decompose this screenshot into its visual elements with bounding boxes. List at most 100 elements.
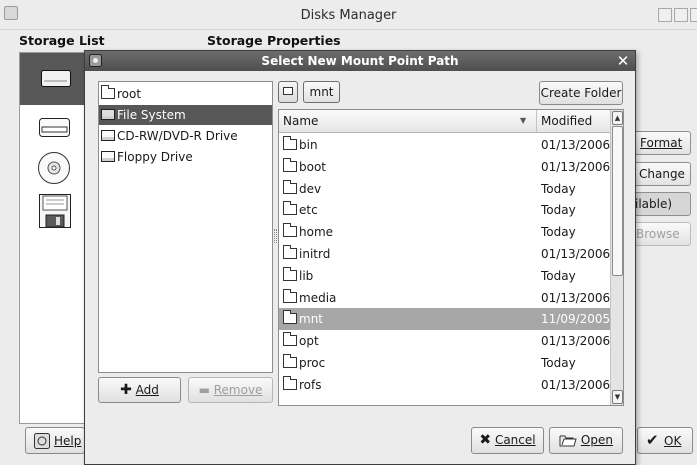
place-floppy-drive[interactable]: Floppy Drive — [99, 147, 272, 167]
main-titlebar[interactable]: Disks Manager — [0, 0, 697, 30]
ok-button[interactable]: ✔ OK — [637, 427, 693, 454]
place-label: File System — [117, 108, 186, 122]
file-modified: 11/09/2005 — [541, 312, 611, 327]
file-name-text: proc — [299, 356, 326, 370]
open-button-label: Open — [580, 433, 613, 447]
file-name: etc — [283, 199, 318, 221]
folder-icon — [283, 179, 297, 194]
storage-list — [19, 52, 88, 424]
storage-item-removable[interactable] — [20, 109, 87, 149]
file-name-text: home — [299, 225, 334, 240]
drive-icon — [101, 151, 115, 162]
file-row-home[interactable]: home Today — [279, 221, 610, 243]
file-name: initrd — [283, 243, 330, 265]
add-bookmark-button[interactable]: ✚ Add — [98, 377, 181, 403]
storage-list-label: Storage List — [19, 33, 105, 48]
place-root[interactable]: root — [99, 84, 272, 104]
browse-button[interactable]: Browse — [633, 222, 691, 246]
minimize-icon[interactable] — [658, 8, 672, 22]
close-icon[interactable] — [690, 8, 697, 22]
path-type-toggle[interactable] — [278, 81, 298, 103]
file-row-initrd[interactable]: initrd 01/13/2006 — [279, 243, 610, 265]
file-name: mnt — [283, 308, 323, 330]
storage-item-floppy[interactable] — [20, 193, 87, 235]
storage-item-cdrom[interactable] — [20, 149, 87, 191]
format-button[interactable]: Format — [633, 131, 691, 155]
cancel-button[interactable]: ✖ Cancel — [471, 427, 544, 454]
file-modified: Today — [541, 203, 576, 218]
path-button-mnt[interactable]: mnt — [303, 81, 340, 103]
home-folder-icon — [101, 85, 115, 99]
dialog-close-icon[interactable]: ✕ — [615, 53, 631, 69]
file-modified: Today — [541, 356, 576, 370]
help-button-label: Help — [54, 434, 82, 448]
scroll-down-icon[interactable]: ▼ — [612, 390, 623, 404]
remove-bookmark-button[interactable]: ▬ Remove — [188, 377, 273, 403]
add-button-label: Add — [135, 383, 159, 397]
file-name: dev — [283, 178, 321, 200]
browse-button-label: Browse — [636, 227, 680, 241]
file-name: media — [283, 287, 336, 309]
folder-icon — [283, 223, 297, 238]
file-modified: 01/13/2006 — [541, 334, 611, 349]
scroll-up-icon[interactable]: ▲ — [612, 111, 623, 125]
available-text: ilable) — [635, 197, 673, 211]
pane-resize-handle[interactable] — [274, 229, 277, 243]
file-row-media[interactable]: media 01/13/2006 — [279, 287, 610, 309]
place-file-system[interactable]: File System — [99, 105, 272, 125]
ok-check-icon: ✔ — [646, 431, 659, 449]
drive-icon — [101, 130, 115, 141]
file-modified: Today — [541, 268, 576, 283]
format-button-label: Format — [640, 136, 683, 150]
file-row-proc[interactable]: proc Today — [279, 352, 610, 374]
file-list: Name ▼ Modified bin 01/13/2006 boot 01/13/2… — [278, 109, 624, 406]
file-row-bin[interactable]: bin 01/13/2006 — [279, 134, 610, 156]
folder-icon — [283, 136, 297, 150]
folder-icon — [283, 375, 297, 390]
cancel-x-icon: ✖ — [479, 432, 492, 448]
file-name-text: boot — [299, 159, 327, 174]
file-row-mnt[interactable]: mnt 11/09/2005 — [279, 308, 611, 331]
folder-icon — [283, 266, 297, 281]
remove-button-label: Remove — [213, 383, 263, 397]
file-name-text: dev — [299, 181, 322, 196]
create-folder-button[interactable]: Create Folder — [539, 81, 623, 105]
scrollbar-thumb[interactable] — [612, 126, 623, 276]
file-name: opt — [283, 330, 319, 352]
file-modified: 01/13/2006 — [541, 247, 611, 261]
folder-icon — [283, 288, 297, 303]
file-row-opt[interactable]: opt 01/13/2006 — [279, 330, 610, 352]
modified-column-header[interactable]: Modified — [537, 110, 610, 132]
file-row-dev[interactable]: dev Today — [279, 178, 610, 200]
file-modified: 01/13/2006 — [541, 377, 611, 392]
file-row-lib[interactable]: lib Today — [279, 265, 610, 287]
dialog-titlebar[interactable]: Select New Mount Point Path ✕ — [85, 51, 635, 71]
file-name-text: bin — [299, 138, 318, 152]
file-name-text: media — [299, 290, 337, 305]
maximize-icon[interactable] — [674, 8, 688, 22]
file-list-scrollbar[interactable]: ▲ ▼ — [610, 110, 623, 405]
name-column-header[interactable]: Name ▼ — [279, 110, 537, 132]
floppy-icon — [39, 194, 71, 228]
open-button[interactable]: Open — [549, 427, 623, 454]
file-name-text: initrd — [299, 247, 331, 261]
file-name: bin — [283, 134, 318, 156]
file-name-text: lib — [299, 268, 314, 283]
storage-item-hard-disk[interactable] — [20, 53, 87, 105]
place-cd-drive[interactable]: CD-RW/DVD-R Drive — [99, 126, 272, 146]
plus-icon: ✚ — [120, 382, 132, 398]
file-row-rofs[interactable]: rofs 01/13/2006 — [279, 374, 610, 396]
place-label: Floppy Drive — [117, 150, 193, 164]
change-button[interactable]: Change — [633, 162, 691, 186]
open-folder-icon — [559, 435, 577, 447]
help-button[interactable]: Help — [25, 427, 85, 454]
modified-column-label: Modified — [541, 114, 593, 128]
sort-arrow-icon: ▼ — [520, 116, 527, 125]
cdrom-icon — [38, 152, 70, 184]
file-row-boot[interactable]: boot 01/13/2006 — [279, 156, 610, 178]
name-column-label: Name — [283, 114, 319, 128]
file-modified: 01/13/2006 — [541, 138, 611, 152]
file-modified: 01/13/2006 — [541, 159, 611, 174]
file-name-text: etc — [299, 203, 318, 218]
file-row-etc[interactable]: etc Today — [279, 199, 610, 221]
